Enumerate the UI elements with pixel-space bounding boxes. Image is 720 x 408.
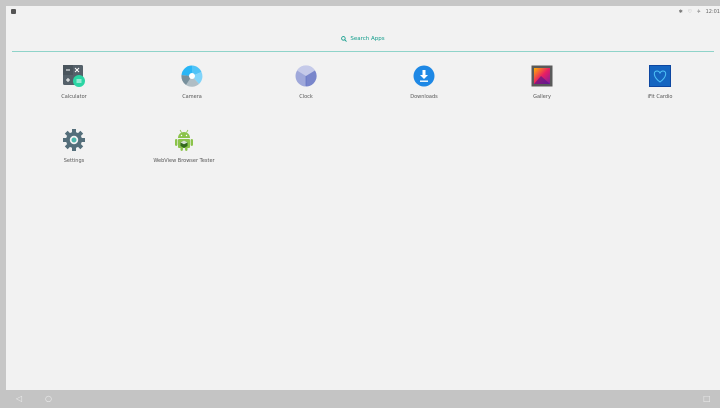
recents-icon[interactable]: □ [703,394,711,404]
downloads-icon [413,65,435,87]
android-icon [173,129,195,151]
back-icon[interactable]: ◁ [16,394,22,404]
status-time: 12:01 [705,9,720,15]
app-gallery[interactable]: Gallery [492,65,592,100]
app-label: Camera [182,94,202,100]
ifit-cardio-icon [649,65,671,87]
app-camera[interactable]: Camera [142,65,242,100]
gallery-icon [531,65,553,87]
calculator-icon [63,65,85,87]
app-ifit-cardio[interactable]: iFit Cardio [610,65,710,100]
app-label: iFit Cardio [647,94,673,100]
app-downloads[interactable]: Downloads [374,65,474,100]
app-clock[interactable]: Clock [256,65,356,100]
camera-icon [181,65,203,87]
status-icons: ✱ ♡ ✈ 12:01 [679,7,720,17]
airplane-icon: ✈ [696,8,701,15]
app-settings[interactable]: Settings [24,129,124,164]
search-apps-bar[interactable]: Search Apps [6,32,720,46]
app-label: Settings [63,158,85,164]
bluetooth-icon: ✱ [678,8,683,15]
app-label: Calculator [61,94,87,100]
wifi-icon: ♡ [687,8,693,15]
app-webview-browser-tester[interactable]: WebView Browser Tester [134,129,234,164]
search-label: Search Apps [350,36,385,42]
clock-icon [295,65,317,87]
app-label: Gallery [533,94,551,100]
search-icon [341,36,348,42]
app-calculator[interactable]: Calculator [24,65,124,100]
settings-icon [63,129,85,151]
app-label: Downloads [410,94,438,100]
app-label: WebView Browser Tester [153,158,215,164]
status-bar: ✱ ♡ ✈ 12:01 [6,6,720,18]
app-drawer: ✱ ♡ ✈ 12:01 Search Apps Calculator Camer… [6,6,720,390]
navigation-bar: ◁ ○ □ [0,390,720,408]
home-icon[interactable]: ○ [45,394,52,404]
app-label: Clock [299,94,313,100]
search-divider [12,51,714,52]
sd-card-icon [11,9,16,14]
